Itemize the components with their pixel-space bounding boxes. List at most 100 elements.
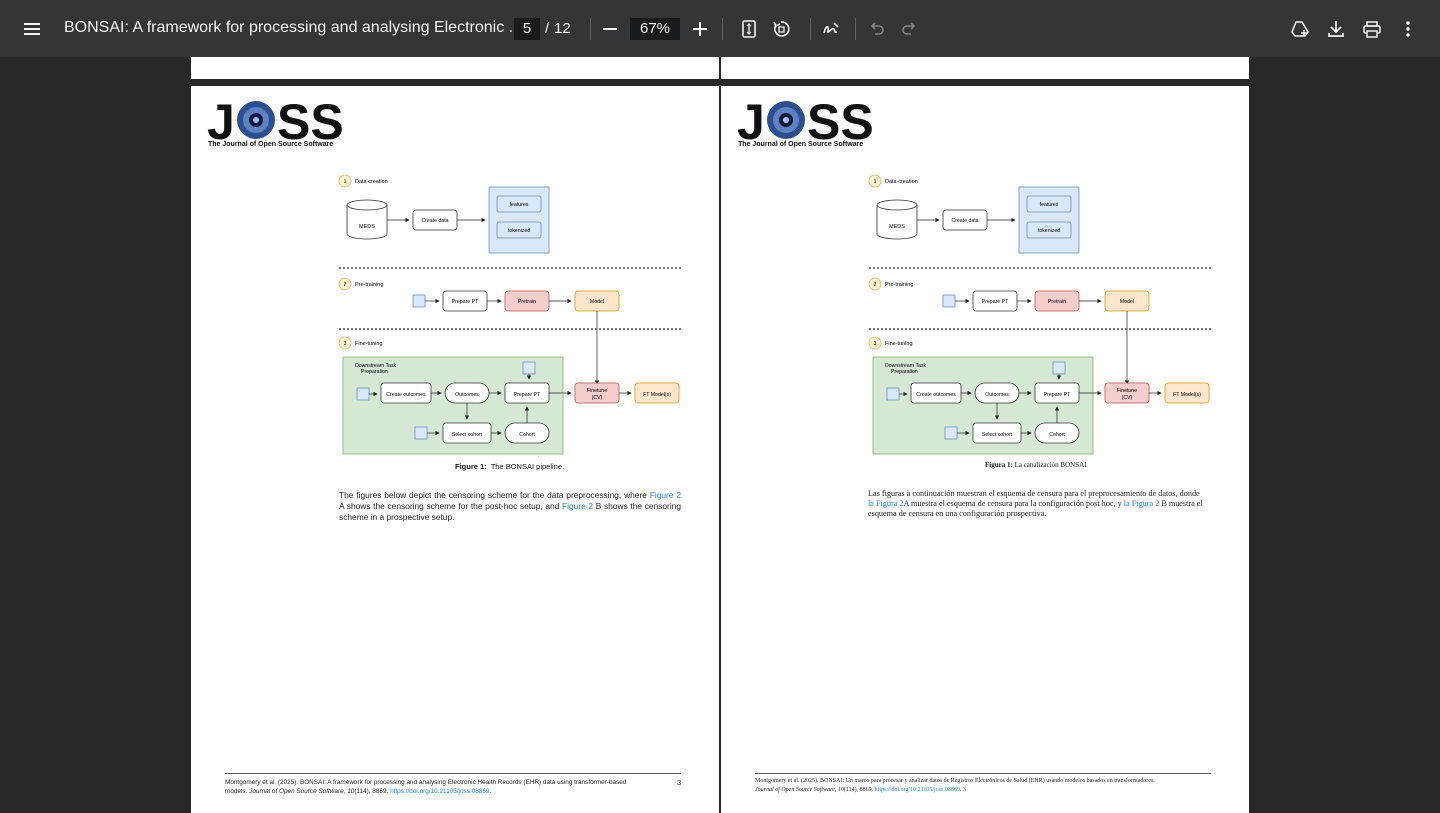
figure-caption-text: La canalización BONSAI (1014, 461, 1087, 469)
page-footer: Montgomery et al. (2025). BONSAI: Un mar… (755, 777, 1211, 795)
svg-text:SS: SS (807, 95, 874, 145)
page-number-input[interactable]: 5 (514, 18, 540, 40)
zoom-level-input[interactable]: 67% (630, 18, 680, 40)
annotate-icon[interactable] (816, 14, 846, 44)
pretrain-label: Pretrain (1048, 299, 1066, 305)
create-data-label: Create data (951, 218, 978, 224)
doi-link[interactable]: https://doi.org/10.21105/joss.08869 (875, 787, 960, 793)
figura-2-link[interactable]: la Figura 2 (868, 499, 903, 508)
figure-caption: Figure 1: The BONSAI pipeline. (455, 462, 564, 471)
step-1-label: Data creation (355, 179, 388, 185)
print-icon[interactable] (1357, 14, 1387, 44)
page-total: 12 (554, 20, 571, 37)
step-2-label: Pre-training (355, 282, 383, 288)
previous-page-right (721, 57, 1249, 79)
tokenized-label: tokenized (508, 228, 530, 234)
meds-label: MEDS (359, 224, 375, 230)
ft-models-label: FT Model(s) (1173, 392, 1201, 398)
more-options-icon[interactable] (1393, 14, 1423, 44)
footer-citation: . (489, 788, 492, 795)
bonsai-pipeline-diagram: 1 Data creation MEDS Create data feature… (338, 174, 681, 455)
outcomes-label: Outcomes (455, 392, 479, 398)
cohort-label: Cohort (1049, 432, 1065, 438)
page-divider (719, 57, 721, 813)
step-2-label: Pre-training (885, 282, 913, 288)
finetune-cv-label: (CV) (1122, 395, 1133, 401)
figure-caption-label: Figura 1: (985, 461, 1013, 469)
create-outcomes-label: Create outcomes (916, 392, 956, 398)
document-title: BONSAI: A framework for processing and a… (64, 19, 522, 36)
step-3-label: Fine-tuning (885, 341, 913, 347)
preparation-label: Preparation (361, 369, 388, 375)
para-text: The figures below depict the censoring s… (339, 490, 650, 500)
bonsai-pipeline-diagram: 1 Data creation MEDS Create data feature… (868, 174, 1211, 455)
step-1-label: Data creation (885, 179, 918, 185)
step-2-number: 2 (874, 282, 877, 288)
previous-page-left (191, 57, 719, 79)
create-outcomes-label: Create outcomes (386, 392, 426, 398)
finetune-label: Finetune (1117, 388, 1137, 394)
footer-journal: Journal of Open Source Software, 10 (755, 787, 844, 793)
prepare-pt-finetune-label: Prepare PT (514, 392, 541, 398)
step-3-label: Fine-tuning (355, 341, 383, 347)
create-data-label: Create data (421, 218, 448, 224)
select-cohort-label: Select cohort (452, 432, 483, 438)
pdf-toolbar: BONSAI: A framework for processing and a… (0, 0, 1440, 57)
prepare-pt-label: Prepare PT (452, 299, 479, 305)
prepare-pt-finetune-label: Prepare PT (1044, 392, 1071, 398)
redo-icon[interactable] (894, 14, 924, 44)
pdf-page-spanish: J SS The Journal of Open Source Software… (721, 86, 1249, 813)
para-text: Las figuras a continuación muestran el e… (868, 489, 1200, 498)
ft-models-label: FT Model(s) (643, 392, 671, 398)
figure-2-link[interactable]: Figure 2 (562, 501, 593, 511)
tokenized-label: tokenized (1038, 228, 1060, 234)
toolbar-divider (722, 18, 723, 40)
cohort-label: Cohort (519, 432, 535, 438)
figure-caption-label: Figure 1: (455, 462, 487, 471)
figure-2-link[interactable]: Figure 2 (650, 490, 681, 500)
para-text: A muestra el esquema de censura para la … (903, 499, 1124, 508)
toolbar-divider (810, 18, 811, 40)
para-text: A shows the censoring scheme for the pos… (339, 501, 563, 511)
model-label: Model (1120, 299, 1134, 305)
meds-label: MEDS (889, 224, 905, 230)
joss-logo: J SS (207, 95, 344, 145)
hamburger-menu-icon[interactable] (17, 14, 47, 44)
step-3-number: 3 (874, 341, 877, 347)
joss-logo: J SS (737, 95, 874, 145)
step-3-number: 3 (344, 341, 347, 347)
undo-icon[interactable] (862, 14, 892, 44)
footer-citation: Montgomery et al. (2025). BONSAI: A fram… (225, 779, 627, 786)
zoom-out-icon[interactable] (595, 14, 625, 44)
footer-citation: (114), 8869. (354, 788, 391, 795)
pretrain-label: Pretrain (518, 299, 536, 305)
toolbar-divider (855, 18, 856, 40)
prepare-pt-label: Prepare PT (982, 299, 1009, 305)
finetune-label: Finetune (587, 388, 607, 394)
doi-link[interactable]: https://doi.org/10.21105/joss.08869 (390, 788, 489, 795)
svg-text:SS: SS (277, 95, 344, 145)
download-icon[interactable] (1321, 14, 1351, 44)
footer-citation: (114), 8869. (843, 787, 875, 793)
figura-2-link[interactable]: la Figura 2 (1124, 499, 1159, 508)
save-to-drive-icon[interactable] (1285, 14, 1315, 44)
finetune-cv-label: (CV) (592, 395, 603, 401)
svg-text:J: J (737, 95, 765, 145)
footer-rule (755, 773, 1211, 774)
fit-page-icon[interactable] (734, 14, 764, 44)
rotate-icon[interactable] (766, 14, 796, 44)
footer-citation: . 3 (959, 787, 966, 793)
footer-citation: Montgomery et al. (2025). BONSAI: Un mar… (755, 778, 1155, 784)
page-number: 3 (677, 778, 682, 787)
outcomes-label: Outcomes (985, 392, 1009, 398)
figure-caption: Figura 1: La canalización BONSAI (985, 461, 1086, 469)
footer-journal: Journal of Open Source Software, 10 (249, 788, 355, 795)
preparation-label: Preparation (891, 369, 918, 375)
body-paragraph: Las figuras a continuación muestran el e… (868, 489, 1203, 519)
zoom-in-icon[interactable] (685, 14, 715, 44)
joss-subtitle: The Journal of Open Source Software (738, 141, 864, 148)
features-label: features (1040, 202, 1059, 208)
meds-database-icon (346, 199, 388, 240)
body-paragraph: The figures below depict the censoring s… (339, 490, 681, 523)
footer-rule (225, 773, 681, 774)
